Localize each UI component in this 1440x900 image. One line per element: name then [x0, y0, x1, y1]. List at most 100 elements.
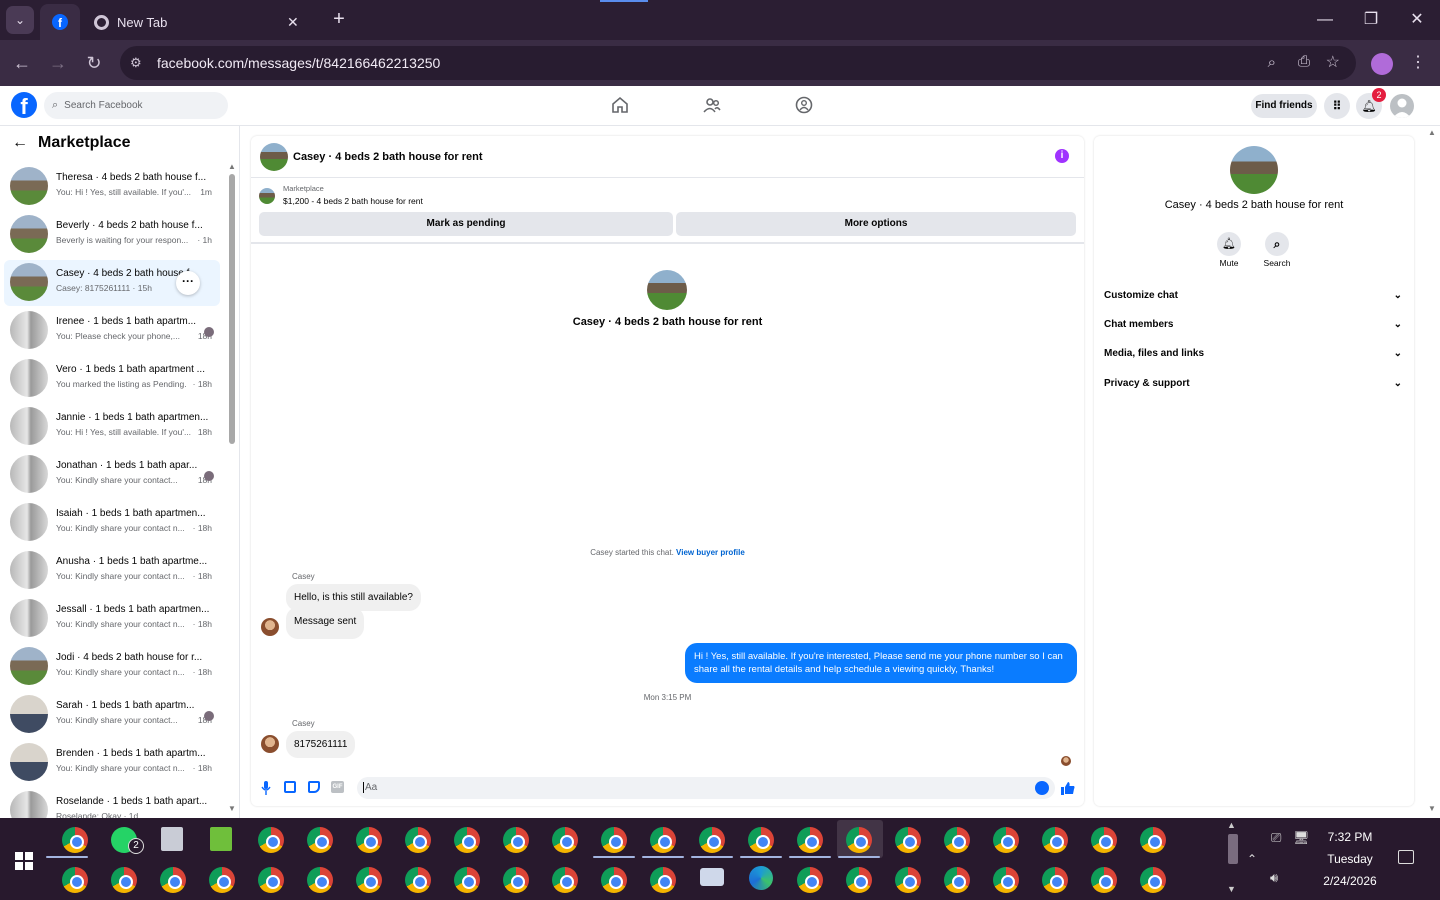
chrome-window-icon[interactable] [62, 867, 88, 893]
chrome-window-icon[interactable] [454, 827, 480, 853]
menu-grid-button[interactable]: ⠿ [1324, 93, 1350, 119]
message-input[interactable]: Aa [357, 777, 1055, 799]
clock-time[interactable]: 7:32 PM [1310, 830, 1390, 844]
chrome-window-icon[interactable] [62, 827, 88, 853]
sticker-icon[interactable] [308, 781, 320, 793]
chrome-window-icon[interactable] [650, 867, 676, 893]
sender-avatar[interactable] [261, 735, 279, 753]
info-icon[interactable]: i [1055, 149, 1069, 163]
site-settings-icon[interactable]: ⚙ [130, 55, 142, 71]
chrome-window-icon[interactable] [748, 827, 774, 853]
details-avatar[interactable] [1230, 146, 1278, 194]
chrome-window-icon[interactable] [454, 867, 480, 893]
chrome-window-icon[interactable] [650, 827, 676, 853]
more-actions-button[interactable]: ··· [176, 271, 200, 295]
conversation-item[interactable]: Jodi · 4 beds 2 bath house for r... You: … [4, 644, 220, 690]
privacy-support-row[interactable]: Privacy & support ⌄ [1104, 378, 1406, 398]
thumbs-up-icon[interactable] [1061, 781, 1075, 795]
chrome-window-icon[interactable] [356, 867, 382, 893]
reload-icon[interactable]: ↻ [83, 52, 105, 74]
volume-icon[interactable]: 🔊︎ [1270, 870, 1278, 886]
chrome-window-icon[interactable] [1140, 827, 1166, 853]
scrollbar-thumb[interactable] [229, 174, 235, 444]
conversation-item[interactable]: Jannie · 1 beds 1 bath apartmen... You: H… [4, 404, 220, 450]
gif-icon[interactable]: GIF [331, 781, 344, 793]
chat-header-title[interactable]: Casey · 4 beds 2 bath house for rent [293, 151, 483, 163]
conversation-item[interactable]: Vero · 1 beds 1 bath apartment ... You ma… [4, 356, 220, 402]
chrome-window-icon[interactable] [356, 827, 382, 853]
chrome-window-icon[interactable] [209, 867, 235, 893]
chrome-window-icon[interactable] [895, 867, 921, 893]
browser-menu-icon[interactable]: ⋮ [1410, 52, 1426, 72]
touch-keyboard-icon[interactable] [700, 868, 724, 886]
chrome-window-icon[interactable] [1140, 867, 1166, 893]
mark-as-pending-button[interactable]: Mark as pending [259, 212, 673, 236]
account-avatar[interactable] [1390, 94, 1414, 118]
show-hidden-icons[interactable]: ⌃ [1247, 852, 1257, 866]
restore-button[interactable]: ❐ [1359, 8, 1383, 32]
conversation-item[interactable]: Theresa · 4 beds 2 bath house f... You: H… [4, 164, 220, 210]
taskbar-scroll-up[interactable]: ▲ [1227, 820, 1236, 830]
chrome-window-icon[interactable] [503, 827, 529, 853]
chrome-window-icon[interactable] [405, 867, 431, 893]
zoom-icon[interactable]: ⌕ [1268, 54, 1276, 71]
chrome-window-icon[interactable] [1091, 867, 1117, 893]
bookmark-star-icon[interactable]: ☆ [1326, 52, 1340, 72]
close-window-button[interactable]: ✕ [1405, 8, 1429, 32]
chrome-window-icon[interactable] [993, 867, 1019, 893]
chrome-window-icon[interactable] [307, 867, 333, 893]
tab-new-tab[interactable]: New Tab ✕ [86, 4, 316, 40]
chrome-window-icon[interactable] [846, 827, 872, 853]
chrome-window-icon[interactable] [797, 827, 823, 853]
find-friends-button[interactable]: Find friends [1251, 94, 1317, 118]
outgoing-message[interactable]: Hi ! Yes, still available. If you're int… [685, 643, 1077, 683]
scroll-down-arrow[interactable]: ▼ [228, 804, 236, 813]
windows-start-icon[interactable] [15, 852, 33, 870]
customize-chat-row[interactable]: Customize chat ⌄ [1104, 290, 1406, 310]
groups-icon[interactable] [795, 96, 815, 116]
chrome-window-icon[interactable] [944, 827, 970, 853]
conversation-item[interactable]: Sarah · 1 beds 1 bath apartm... You: Kind… [4, 692, 220, 738]
chrome-window-icon[interactable] [993, 827, 1019, 853]
incoming-message[interactable]: Message sent [286, 607, 365, 639]
back-arrow-icon[interactable]: ← [12, 134, 28, 152]
photo-icon[interactable] [284, 781, 296, 793]
install-app-icon[interactable]: ⎙ [1298, 53, 1310, 70]
conversation-item[interactable]: Casey · 4 beds 2 bath house f... Casey: 8… [4, 260, 220, 306]
friends-icon[interactable] [703, 96, 723, 116]
conversation-item[interactable]: Jessall · 1 beds 1 bath apartmen... You: … [4, 596, 220, 642]
chrome-window-icon[interactable] [1091, 827, 1117, 853]
edge-icon[interactable] [749, 866, 773, 890]
conversation-item[interactable]: Jonathan · 1 beds 1 bath apar... You: Kin… [4, 452, 220, 498]
chrome-window-icon[interactable] [552, 867, 578, 893]
chrome-window-icon[interactable] [552, 827, 578, 853]
close-tab-icon[interactable]: ✕ [287, 14, 299, 31]
search-in-chat-button[interactable]: ⌕ [1265, 232, 1289, 256]
mute-button[interactable]: 🔔︎ [1217, 232, 1241, 256]
chrome-window-icon[interactable] [258, 867, 284, 893]
taskbar-scrollbar-thumb[interactable] [1228, 834, 1238, 864]
conversation-item[interactable]: Beverly · 4 beds 2 bath house f... Beverl… [4, 212, 220, 258]
facebook-search-input[interactable]: ⌕ Search Facebook [44, 92, 228, 119]
intro-avatar[interactable] [647, 270, 687, 310]
chrome-window-icon[interactable] [895, 827, 921, 853]
more-options-button[interactable]: More options [676, 212, 1076, 236]
chrome-window-icon[interactable] [258, 827, 284, 853]
profile-avatar-icon[interactable] [1371, 53, 1393, 75]
new-tab-button[interactable]: + [328, 8, 350, 30]
scroll-up-arrow[interactable]: ▲ [228, 162, 236, 171]
chrome-window-icon[interactable] [846, 867, 872, 893]
clock-date[interactable]: 2/24/2026 [1310, 874, 1390, 888]
chrome-window-icon[interactable] [111, 867, 137, 893]
sender-avatar[interactable] [261, 618, 279, 636]
clock-day[interactable]: Tuesday [1310, 852, 1390, 866]
chrome-window-icon[interactable] [601, 827, 627, 853]
forward-icon[interactable]: → [47, 52, 69, 74]
chrome-window-icon[interactable] [1042, 827, 1068, 853]
view-buyer-profile-link[interactable]: View buyer profile [676, 548, 745, 557]
chrome-window-icon[interactable] [405, 827, 431, 853]
taskbar-scroll-down[interactable]: ▼ [1227, 884, 1236, 894]
home-icon[interactable] [611, 96, 631, 116]
chrome-window-icon[interactable] [160, 867, 186, 893]
conversation-item[interactable]: Roselande · 1 beds 1 bath apart... Rosela… [4, 788, 220, 818]
